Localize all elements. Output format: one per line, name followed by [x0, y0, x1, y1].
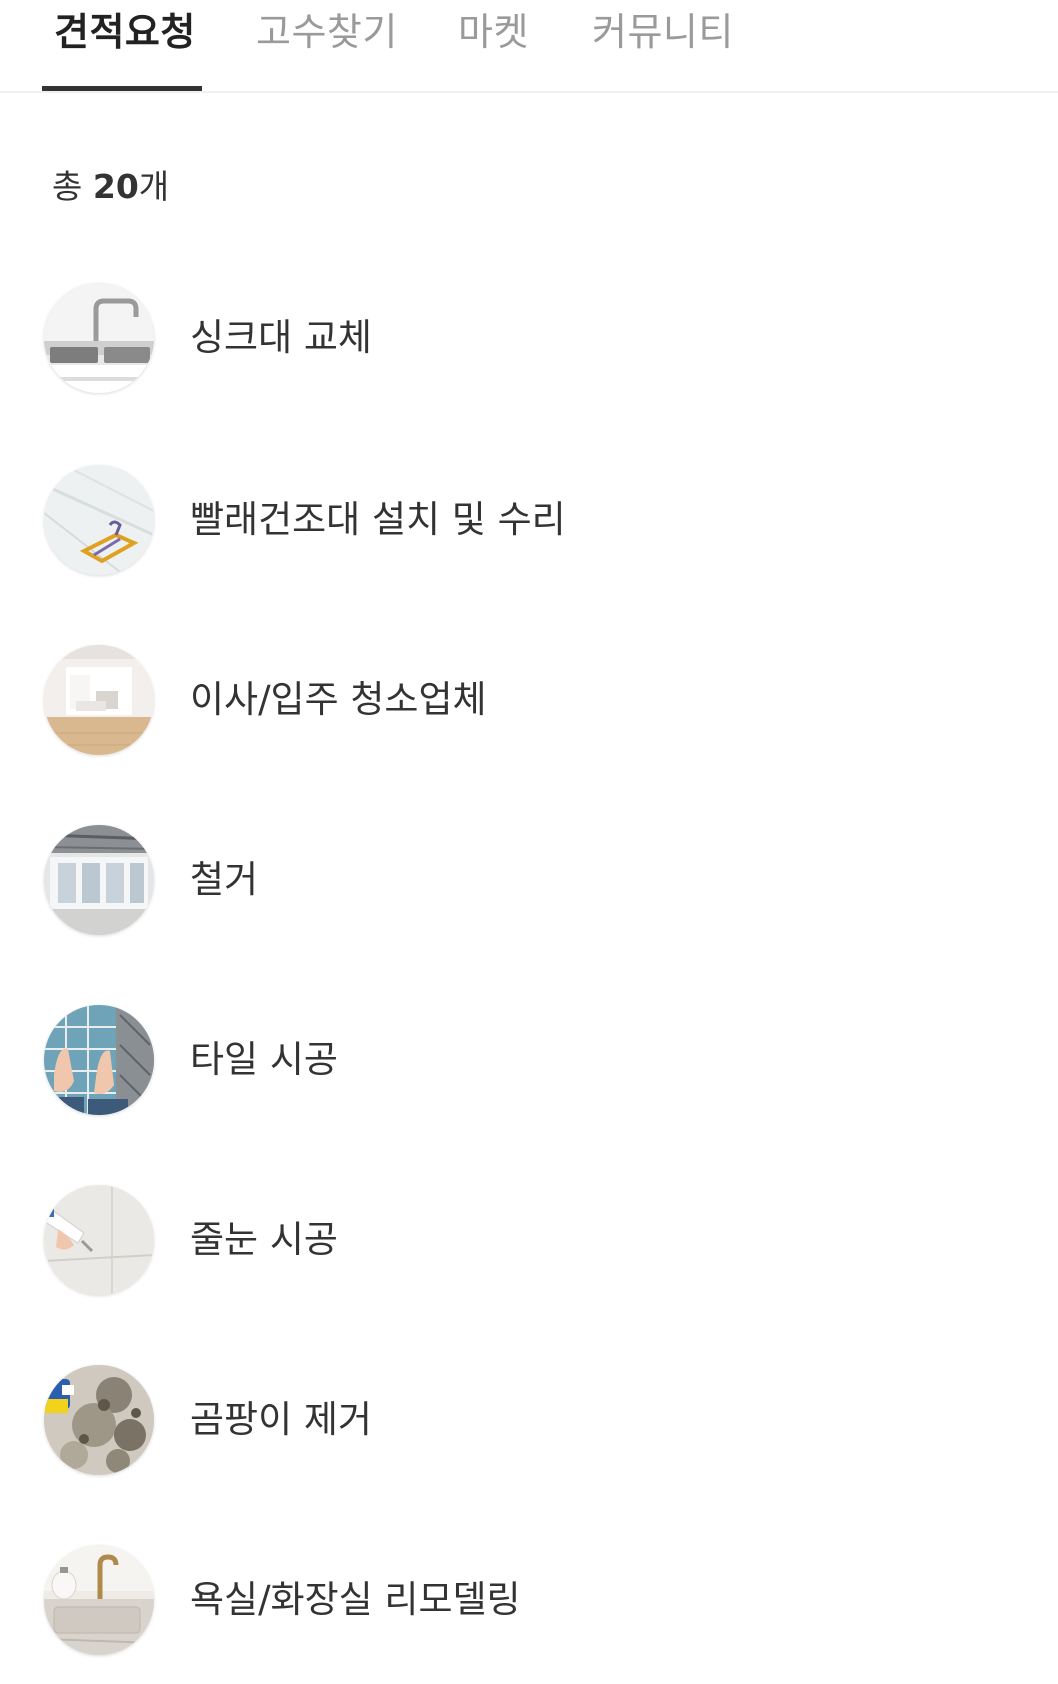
top-tab-bar: 견적요청 고수찾기 마켓 커뮤니티: [0, 0, 1058, 93]
tab-community[interactable]: 커뮤니티: [592, 4, 734, 60]
list-item[interactable]: 줄눈 시공: [0, 1170, 1058, 1310]
tab-find-pro[interactable]: 고수찾기: [256, 4, 398, 60]
mold-photo: [44, 1365, 154, 1475]
service-label: 곰팡이 제거: [190, 1398, 372, 1441]
grout-photo: [44, 1185, 154, 1295]
drying-rack-photo: [44, 465, 154, 575]
list-item[interactable]: 곰팡이 제거: [0, 1350, 1058, 1490]
total-count-number: 20: [92, 167, 139, 206]
active-tab-indicator: [42, 86, 202, 91]
tab-quote-request[interactable]: 견적요청: [54, 4, 196, 60]
service-label: 이사/입주 청소업체: [190, 678, 487, 721]
total-count: 총 20개: [52, 160, 169, 208]
tab-market[interactable]: 마켓: [458, 4, 529, 60]
total-count-suffix: 개: [138, 167, 170, 206]
service-label: 철거: [190, 858, 259, 901]
list-item[interactable]: 욕실/화장실 리모델링: [0, 1530, 1058, 1670]
list-item[interactable]: 철거: [0, 810, 1058, 950]
service-label: 타일 시공: [190, 1038, 338, 1081]
list-item[interactable]: 싱크대 교체: [0, 268, 1058, 408]
tile-photo: [44, 1005, 154, 1115]
service-label: 욕실/화장실 리모델링: [190, 1578, 521, 1621]
list-item[interactable]: 타일 시공: [0, 990, 1058, 1130]
service-label: 빨래건조대 설치 및 수리: [190, 498, 566, 541]
bathroom-photo: [44, 1545, 154, 1655]
service-label: 줄눈 시공: [190, 1218, 338, 1261]
service-label: 싱크대 교체: [190, 316, 372, 359]
empty-room-photo: [44, 645, 154, 755]
list-item[interactable]: 빨래건조대 설치 및 수리: [0, 450, 1058, 590]
sink-photo: [44, 283, 154, 393]
list-item[interactable]: 이사/입주 청소업체: [0, 630, 1058, 770]
total-count-prefix: 총: [52, 167, 93, 206]
demolition-photo: [44, 825, 154, 935]
